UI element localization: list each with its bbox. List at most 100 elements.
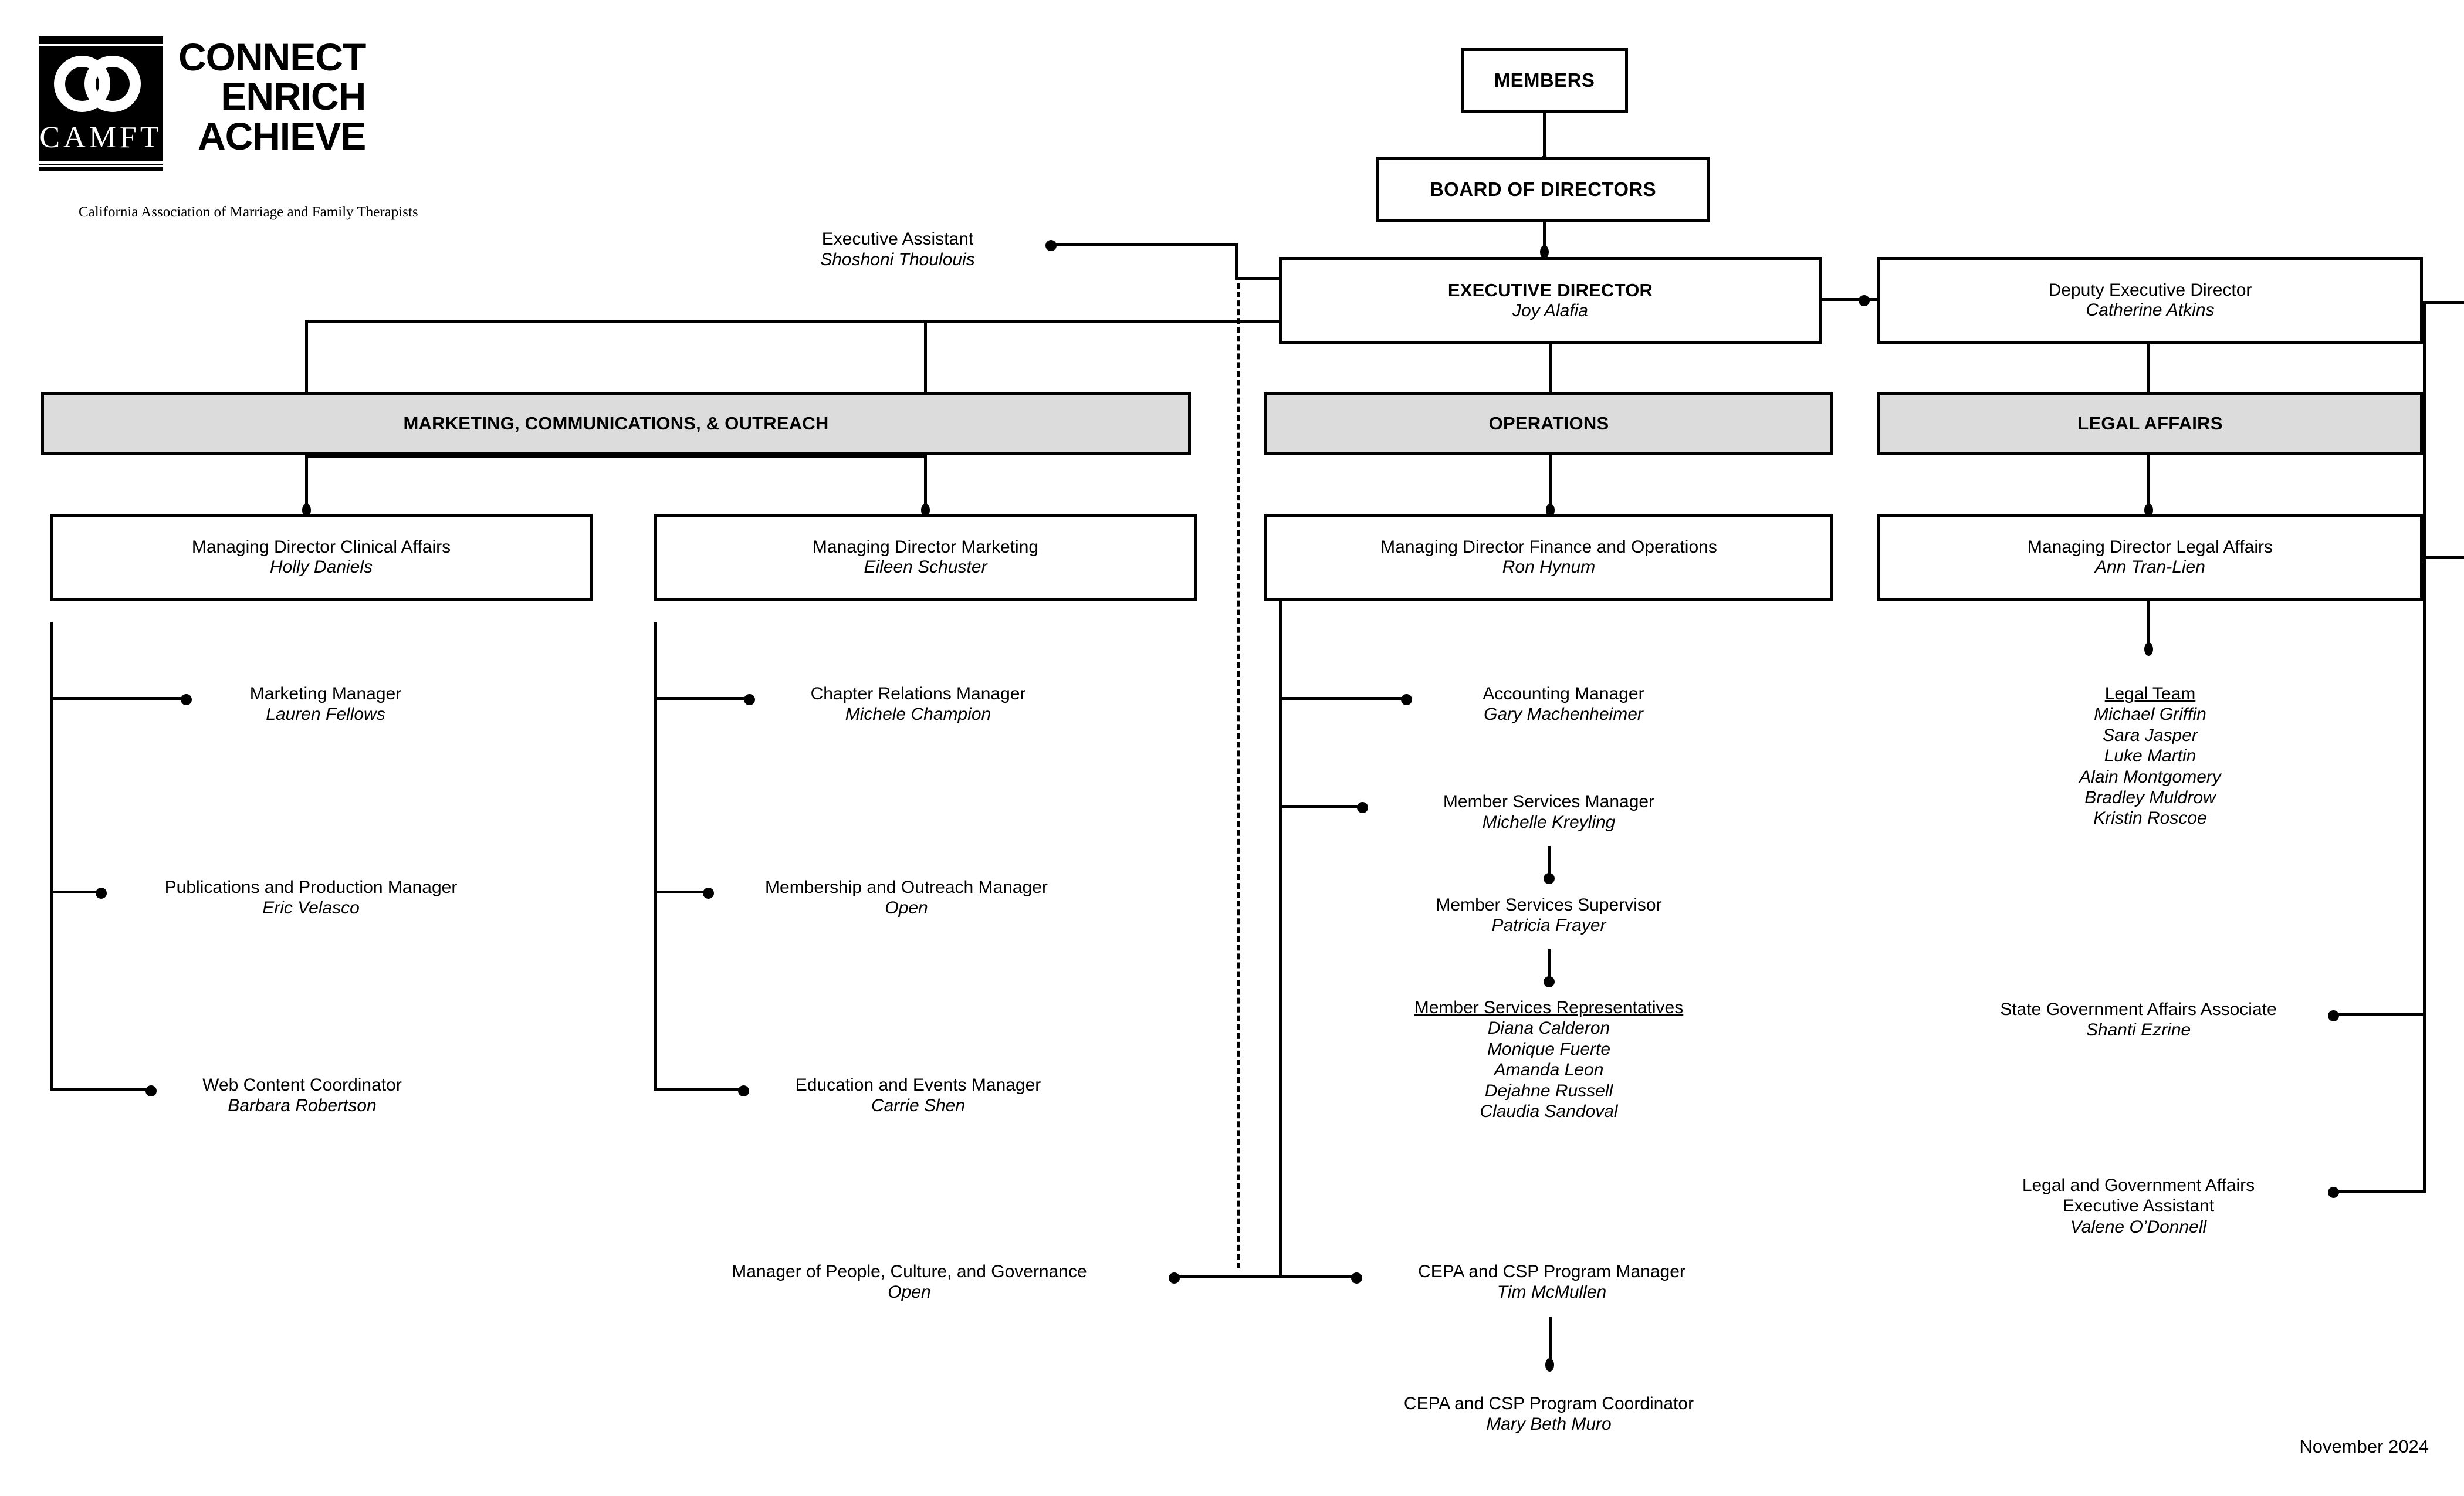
executive-assistant-name: Shoshoni Thoulouis [820, 250, 975, 270]
connector-deputy-right-stub [2420, 301, 2464, 304]
report-role: Web Content Coordinator [202, 1075, 402, 1095]
members-label: MEMBERS [1494, 69, 1595, 91]
node-name: Tim McMullen [1497, 1282, 1607, 1302]
interlocking-rings-icon [54, 56, 148, 117]
connector-dot [1045, 240, 1057, 251]
executive-assistant-node: Executive Assistant Shoshoni Thoulouis [780, 229, 1015, 270]
connector-dot [181, 694, 192, 705]
division-operations-label: OPERATIONS [1488, 413, 1609, 434]
connector-ed-to-exec-assistant [1050, 243, 1238, 246]
report-name: Eric Velasco [262, 898, 360, 918]
md-finance-operations-name: Ron Hynum [1502, 557, 1596, 577]
md-finance-operations-role: Managing Director Finance and Operations [1380, 537, 1717, 557]
node-cepa-csp-program-manager: CEPA and CSP Program Manager Tim McMulle… [1364, 1261, 1739, 1303]
report-role: Membership and Outreach Manager [765, 878, 1048, 897]
camft-logo-mark: CAMFT [39, 36, 163, 171]
report-name: Michelle Kreyling [1482, 813, 1616, 832]
connector-operations-branch-2 [1279, 805, 1361, 808]
connector-dot [1545, 1358, 1554, 1372]
md-legal-affairs-box: Managing Director Legal Affairs Ann Tran… [1877, 514, 2423, 601]
deputy-executive-director-role: Deputy Executive Director [2048, 280, 2252, 300]
report-role: Marketing Manager [249, 684, 402, 703]
md-clinical-affairs-box: Managing Director Clinical Affairs Holly… [50, 514, 593, 601]
division-band-legal: LEGAL AFFAIRS [1877, 392, 2423, 455]
deputy-executive-director-box: Deputy Executive Director Catherine Atki… [1877, 257, 2423, 344]
rep-name-4: Dejahne Russell [1484, 1081, 1613, 1101]
node-role: Manager of People, Culture, and Governan… [732, 1262, 1087, 1281]
report-member-services-supervisor: Member Services Supervisor Patricia Fray… [1373, 895, 1725, 936]
tagline-line-3: ACHIEVE [197, 114, 366, 158]
legal-team-member-5: Bradley Muldrow [2084, 787, 2216, 807]
report-accounting-manager: Accounting Manager Gary Machenheimer [1417, 683, 1710, 725]
report-membership-outreach-manager: Membership and Outreach Manager Open [719, 877, 1094, 919]
report-role: Member Services Representatives [1414, 998, 1684, 1017]
executive-director-name: Joy Alafia [1512, 301, 1588, 320]
division-band-operations: OPERATIONS [1264, 392, 1833, 455]
executive-director-box: EXECUTIVE DIRECTOR Joy Alafia [1279, 257, 1822, 344]
connector-dot [744, 694, 755, 705]
connector-exec-assistant-riser [1235, 243, 1238, 279]
report-role: Education and Events Manager [795, 1075, 1041, 1095]
report-education-events-manager: Education and Events Manager Carrie Shen [754, 1075, 1082, 1116]
division-marketing-label: MARKETING, COMMUNICATIONS, & OUTREACH [403, 413, 829, 434]
connector-marketing-spine [654, 622, 657, 1091]
connector-state-gov-affairs [2335, 1013, 2426, 1016]
connector-marketing-branch-3 [654, 1088, 742, 1091]
md-marketing-name: Eileen Schuster [864, 557, 987, 577]
connector-marketing-band-bus [305, 455, 927, 458]
legal-team-member-2: Sara Jasper [2103, 725, 2198, 745]
board-of-directors-box: BOARD OF DIRECTORS [1376, 157, 1710, 222]
connector-dot [2328, 1010, 2339, 1021]
node-role: CEPA and CSP Program Coordinator [1403, 1394, 1694, 1413]
connector-members-to-board [1543, 113, 1546, 161]
report-name: Carrie Shen [871, 1096, 966, 1116]
connector-dot [738, 1085, 749, 1096]
legal-team-member-4: Alain Montgomery [2079, 767, 2221, 787]
report-role: Member Services Manager [1443, 792, 1655, 811]
connector-dot [1401, 694, 1412, 705]
legal-team-member-6: Kristin Roscoe [2093, 808, 2207, 828]
connector-dot [1544, 873, 1555, 884]
report-role: Accounting Manager [1483, 684, 1644, 703]
connector-dot [703, 888, 714, 899]
connector-operations-band-riser [1549, 344, 1552, 393]
division-band-marketing: MARKETING, COMMUNICATIONS, & OUTREACH [41, 392, 1191, 455]
connector-dot [2328, 1187, 2339, 1198]
connector-ed-division-bus [305, 320, 1282, 323]
connector-marketing-col-riser [305, 320, 308, 393]
report-publications-production-manager: Publications and Production Manager Eric… [111, 877, 510, 919]
report-name: Lauren Fellows [266, 705, 385, 725]
executive-director-role: EXECUTIVE DIRECTOR [1447, 280, 1653, 300]
connector-ed-to-deputy [1822, 298, 1880, 301]
md-legal-affairs-name: Ann Tran-Lien [2095, 557, 2205, 577]
logo-rule-top [39, 44, 163, 46]
report-name: Gary Machenheimer [1484, 705, 1643, 725]
report-web-content-coordinator: Web Content Coordinator Barbara Robertso… [161, 1075, 443, 1116]
dotted-reporting-line [1237, 283, 1240, 1268]
rep-name-2: Monique Fuerte [1487, 1039, 1611, 1059]
connector-right-spine [2423, 301, 2426, 1193]
node-manager-people-culture-governance: Manager of People, Culture, and Governan… [666, 1261, 1153, 1303]
report-role: Member Services Supervisor [1436, 895, 1662, 915]
connector-operations-branch-1 [1279, 697, 1405, 700]
division-legal-label: LEGAL AFFAIRS [2077, 413, 2223, 434]
node-name: Open [888, 1282, 931, 1302]
report-member-services-representatives: Member Services Representatives Diana Ca… [1349, 997, 1748, 1122]
report-role: Chapter Relations Manager [810, 684, 1026, 703]
report-legal-gov-affairs-executive-assistant: Legal and Government Affairs Executive A… [1951, 1175, 2326, 1237]
connector-operations-spine [1279, 601, 1282, 1278]
md-legal-affairs-role: Managing Director Legal Affairs [2027, 537, 2273, 557]
node-role: CEPA and CSP Program Manager [1418, 1262, 1685, 1281]
connector-marketing-branch-2 [654, 891, 707, 893]
connector-clinical-branch-3 [50, 1088, 150, 1091]
tagline-line-2: ENRICH [221, 75, 366, 119]
connector-dot [145, 1085, 157, 1096]
md-marketing-role: Managing Director Marketing [812, 537, 1039, 557]
logo-tagline: CONNECT ENRICH ACHIEVE [178, 37, 366, 158]
connector-clinical-spine [50, 622, 53, 1091]
connector-dot [96, 888, 107, 899]
connector-md-legal-right-stub [2420, 556, 2464, 559]
connector-clinical-branch-2 [50, 891, 103, 893]
connector-dot [1859, 295, 1870, 306]
connector-dot [1169, 1272, 1180, 1284]
